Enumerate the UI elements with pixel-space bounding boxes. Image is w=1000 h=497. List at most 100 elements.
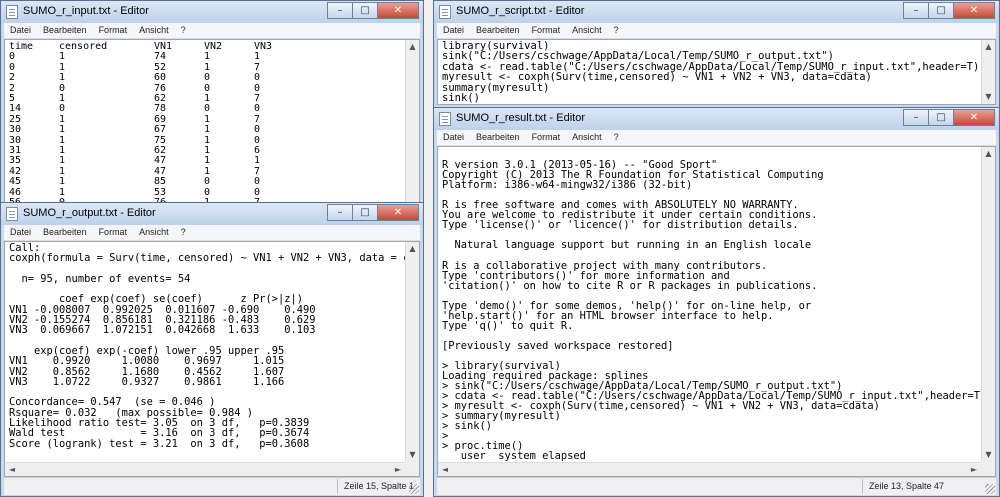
output-vertical-scrollbar[interactable]: ▲ ▼ xyxy=(405,242,419,476)
scroll-up-arrow-icon[interactable]: ▲ xyxy=(982,147,995,161)
script-text-area[interactable]: library(survival) sink("C:/Users/cschwag… xyxy=(437,39,996,105)
column-header: censored xyxy=(59,41,108,52)
input-editor-window[interactable]: SUMO_r_input.txt - Editor – □ ✕ Datei Be… xyxy=(0,0,424,207)
result-vertical-scrollbar[interactable]: ▲ ▼ xyxy=(981,147,995,476)
output-text-area[interactable]: Call: coxph(formula = Surv(time, censore… xyxy=(4,241,420,477)
menu-datei[interactable]: Datei xyxy=(4,225,37,240)
cursor-position: Zeile 13, Spalte 47 xyxy=(869,481,945,491)
result-window-titlebar[interactable]: SUMO_r_result.txt - Editor – □ ✕ xyxy=(434,108,999,130)
menu-bearbeiten[interactable]: Bearbeiten xyxy=(37,23,93,38)
menu-format[interactable]: Format xyxy=(526,130,567,145)
menu-help[interactable]: ? xyxy=(608,23,625,38)
result-horizontal-scrollbar[interactable]: ◄ ► xyxy=(438,462,981,476)
result-text-area[interactable]: R version 3.0.1 (2013-05-16) -- "Good Sp… xyxy=(437,146,996,477)
table-cell: 7 xyxy=(254,113,261,125)
minimize-button[interactable]: – xyxy=(327,204,353,221)
resize-grip-icon[interactable] xyxy=(409,484,419,494)
menu-ansicht[interactable]: Ansicht xyxy=(133,225,175,240)
close-button[interactable]: ✕ xyxy=(953,2,995,19)
script-menubar: Datei Bearbeiten Format Ansicht ? xyxy=(437,23,996,39)
menu-ansicht[interactable]: Ansicht xyxy=(566,130,608,145)
menu-format[interactable]: Format xyxy=(93,23,134,38)
menu-format[interactable]: Format xyxy=(93,225,134,240)
output-menubar: Datei Bearbeiten Format Ansicht ? xyxy=(4,225,420,241)
table-cell: 1 xyxy=(59,72,66,84)
table-cell: 0 xyxy=(204,176,211,188)
table-cell: 2 xyxy=(9,72,16,84)
table-cell: 1 xyxy=(204,113,211,125)
table-cell: 1 xyxy=(204,61,211,73)
output-status-bar: Zeile 15, Spalte 1 xyxy=(4,477,420,495)
minimize-button[interactable]: – xyxy=(903,109,929,126)
scroll-down-arrow-icon[interactable]: ▼ xyxy=(982,448,995,462)
script-text: library(survival) sink("C:/Users/cschwag… xyxy=(442,40,980,105)
table-cell: 1 xyxy=(254,155,261,167)
scroll-up-arrow-icon[interactable]: ▲ xyxy=(406,40,419,54)
script-vertical-scrollbar[interactable]: ▲ ▼ xyxy=(981,40,995,104)
menu-help[interactable]: ? xyxy=(175,23,192,38)
scroll-left-arrow-icon[interactable]: ◄ xyxy=(5,463,19,476)
menu-bearbeiten[interactable]: Bearbeiten xyxy=(470,130,526,145)
table-cell: 1 xyxy=(59,93,66,105)
scroll-up-arrow-icon[interactable]: ▲ xyxy=(406,242,419,256)
scroll-right-arrow-icon[interactable]: ► xyxy=(391,463,405,476)
maximize-button[interactable]: □ xyxy=(352,2,378,19)
table-cell: 0 xyxy=(9,61,16,73)
scroll-right-arrow-icon[interactable]: ► xyxy=(967,463,981,476)
close-button[interactable]: ✕ xyxy=(377,2,419,19)
close-button[interactable]: ✕ xyxy=(953,109,995,126)
table-cell: 0 xyxy=(9,51,16,63)
scroll-left-arrow-icon[interactable]: ◄ xyxy=(438,463,452,476)
column-header: time xyxy=(9,41,34,52)
script-editor-window[interactable]: SUMO_r_script.txt - Editor – □ ✕ Datei B… xyxy=(433,0,1000,108)
input-window-titlebar[interactable]: SUMO_r_input.txt - Editor – □ ✕ xyxy=(1,1,423,23)
output-text: Call: coxph(formula = Surv(time, censore… xyxy=(9,242,419,450)
output-editor-window[interactable]: SUMO_r_output.txt - Editor – □ ✕ Datei B… xyxy=(0,202,424,497)
notepad-icon xyxy=(439,5,451,19)
table-cell: 1 xyxy=(204,93,211,105)
script-window-titlebar[interactable]: SUMO_r_script.txt - Editor – □ ✕ xyxy=(434,1,999,23)
scroll-down-arrow-icon[interactable]: ▼ xyxy=(982,90,995,104)
table-cell: 1 xyxy=(59,51,66,63)
menu-bearbeiten[interactable]: Bearbeiten xyxy=(37,225,93,240)
output-horizontal-scrollbar[interactable]: ◄ ► xyxy=(5,462,405,476)
maximize-button[interactable]: □ xyxy=(352,204,378,221)
notepad-icon xyxy=(439,112,451,126)
menu-format[interactable]: Format xyxy=(526,23,567,38)
scroll-down-arrow-icon[interactable]: ▼ xyxy=(406,448,419,462)
table-cell: 1 xyxy=(204,51,211,63)
menu-ansicht[interactable]: Ansicht xyxy=(133,23,175,38)
menu-bearbeiten[interactable]: Bearbeiten xyxy=(470,23,526,38)
table-cell: 1 xyxy=(59,186,66,198)
table-cell: 0 xyxy=(59,103,66,115)
menu-ansicht[interactable]: Ansicht xyxy=(566,23,608,38)
menu-help[interactable]: ? xyxy=(175,225,192,240)
maximize-button[interactable]: □ xyxy=(928,2,954,19)
minimize-button[interactable]: – xyxy=(327,2,353,19)
notepad-icon xyxy=(6,5,18,19)
table-cell: 1 xyxy=(204,145,211,157)
input-vertical-scrollbar[interactable]: ▲ xyxy=(405,40,419,203)
input-text-area[interactable]: time censored VN1 VN2 VN3 0 1 74 1 1 0 1 52 1 7 2 1 60 0 0… xyxy=(4,39,420,204)
menu-datei[interactable]: Datei xyxy=(4,23,37,38)
minimize-button[interactable]: – xyxy=(903,2,929,19)
table-cell: 1 xyxy=(204,124,211,136)
menu-datei[interactable]: Datei xyxy=(437,130,470,145)
table-cell: 0 xyxy=(204,82,211,94)
table-cell: 1 xyxy=(59,176,66,188)
column-header: VN3 xyxy=(254,41,273,52)
table-cell: 0 xyxy=(204,72,211,84)
menu-help[interactable]: ? xyxy=(608,130,625,145)
table-cell: 1 xyxy=(204,134,211,146)
scroll-up-arrow-icon[interactable]: ▲ xyxy=(982,40,995,54)
cursor-position: Zeile 15, Spalte 1 xyxy=(344,481,415,491)
output-window-title: SUMO_r_output.txt - Editor xyxy=(23,207,156,219)
output-window-titlebar[interactable]: SUMO_r_output.txt - Editor – □ ✕ xyxy=(1,203,423,225)
close-button[interactable]: ✕ xyxy=(377,204,419,221)
table-cell: 1 xyxy=(59,145,66,157)
resize-grip-icon[interactable] xyxy=(985,484,995,494)
table-cell: 1 xyxy=(59,155,66,167)
result-editor-window[interactable]: SUMO_r_result.txt - Editor – □ ✕ Datei B… xyxy=(433,107,1000,497)
maximize-button[interactable]: □ xyxy=(928,109,954,126)
menu-datei[interactable]: Datei xyxy=(437,23,470,38)
